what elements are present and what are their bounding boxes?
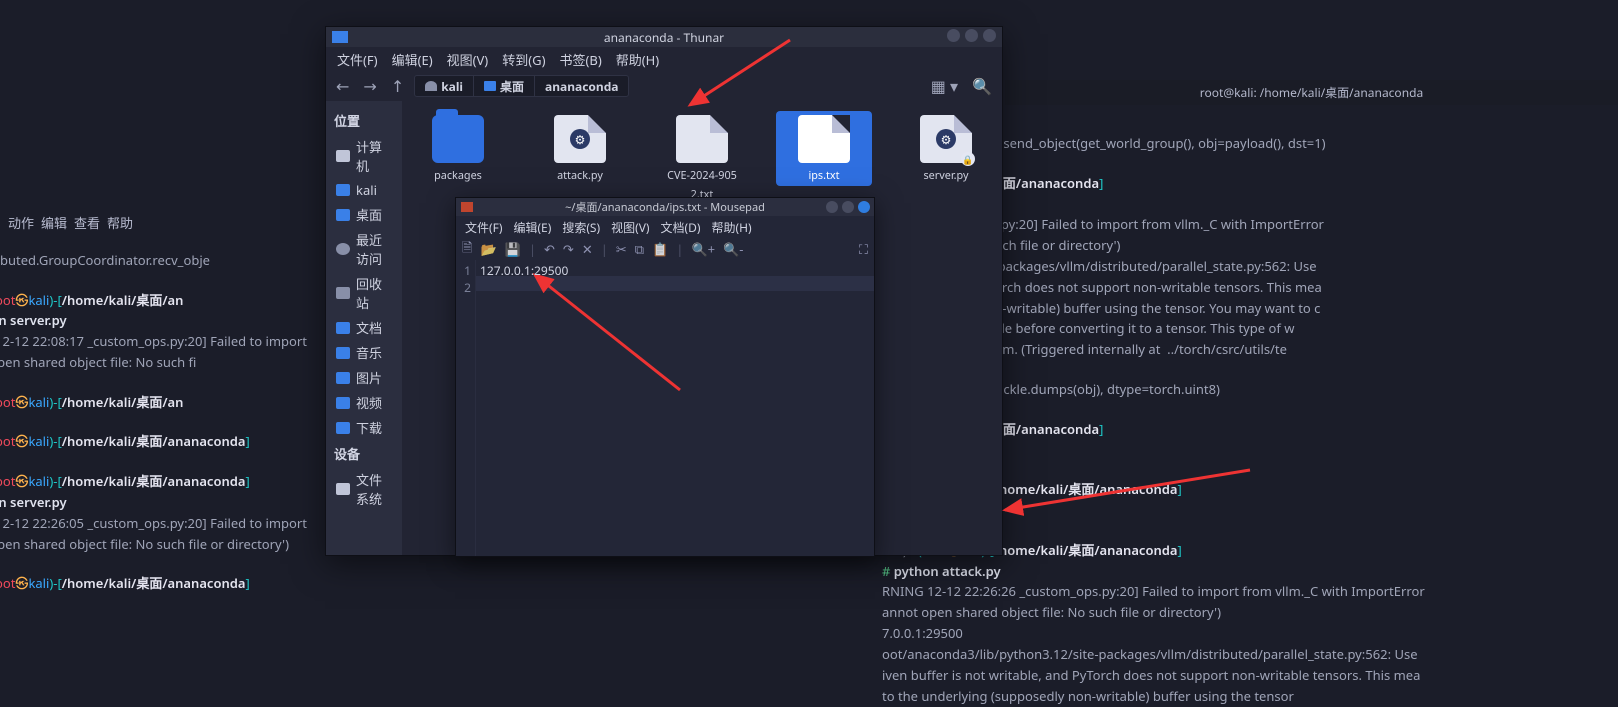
sidebar-group-places: 位置 xyxy=(326,107,402,134)
mousepad-titlebar[interactable]: ~/桌面/ananaconda/ips.txt - Mousepad xyxy=(456,198,874,216)
sidebar-item-trash[interactable]: 回收站 xyxy=(326,271,402,315)
file-attack-py[interactable]: ⚙attack.py xyxy=(532,111,628,186)
mousepad-window[interactable]: ~/桌面/ananaconda/ips.txt - Mousepad 文件(F)… xyxy=(455,197,875,557)
crumb-home[interactable]: kali xyxy=(415,76,474,96)
maximize-button[interactable] xyxy=(965,29,978,42)
sidebar-group-devices: 设备 xyxy=(326,440,402,467)
sidebar-item-computer[interactable]: 计算机 xyxy=(326,134,402,178)
close-button[interactable] xyxy=(858,201,870,213)
menu-edit[interactable]: 编辑(E) xyxy=(387,48,438,71)
view-mode-button[interactable]: ▦ ▾ xyxy=(927,73,962,99)
sidebar-item-recent[interactable]: 最近访问 xyxy=(326,227,402,271)
menu-help[interactable]: 帮助(H) xyxy=(611,48,664,71)
thunar-menubar[interactable]: 文件(F) 编辑(E) 视图(V) 转到(G) 书签(B) 帮助(H) xyxy=(326,47,1002,71)
menu-edit[interactable]: 编辑(E) xyxy=(508,217,556,238)
thunar-sidebar[interactable]: 位置 计算机 kali 桌面 最近访问 回收站 文档 音乐 图片 视频 下载 设… xyxy=(326,101,402,555)
crumb-desktop[interactable]: 桌面 xyxy=(474,76,535,96)
menu-file[interactable]: 文件(F) xyxy=(332,48,383,71)
window-controls[interactable] xyxy=(826,201,870,213)
sidebar-item-desktop[interactable]: 桌面 xyxy=(326,202,402,227)
sidebar-item-docs[interactable]: 文档 xyxy=(326,315,402,340)
minimize-button[interactable] xyxy=(947,29,960,42)
menu-go[interactable]: 转到(G) xyxy=(497,48,550,71)
editor-body[interactable]: 12 127.0.0.1:29500 xyxy=(456,260,874,556)
search-icon[interactable]: 🔍 xyxy=(968,73,996,99)
folder-icon xyxy=(432,115,484,163)
sidebar-item-downloads[interactable]: 下载 xyxy=(326,415,402,440)
mousepad-title: ~/桌面/ananaconda/ips.txt - Mousepad xyxy=(456,199,874,215)
sidebar-item-home[interactable]: kali xyxy=(326,178,402,202)
undo-icon[interactable]: ↶ xyxy=(544,240,555,258)
menu-doc[interactable]: 文档(D) xyxy=(656,217,706,238)
close-button[interactable] xyxy=(983,29,996,42)
text-file-icon xyxy=(798,115,850,163)
menu-view[interactable]: 视图(V) xyxy=(606,217,654,238)
close-doc-icon[interactable]: ✕ xyxy=(582,240,593,258)
menu-search[interactable]: 搜索(S) xyxy=(557,217,605,238)
mousepad-toolbar[interactable]: 🗎📂💾 | ↶↷✕ | ✂⧉📋 | 🔍+🔍- ⛶ xyxy=(456,238,874,260)
open-icon[interactable]: 📂 xyxy=(480,240,496,258)
cut-icon[interactable]: ✂ xyxy=(616,240,627,258)
window-controls[interactable] xyxy=(947,29,996,42)
zoom-out-icon[interactable]: 🔍- xyxy=(723,240,743,258)
thunar-toolbar[interactable]: ← → ↑ kali 桌面 ananaconda ▦ ▾ 🔍 xyxy=(326,71,1002,101)
maximize-button[interactable] xyxy=(842,201,854,213)
python-file-icon: ⚙ xyxy=(554,115,606,163)
file-ips-txt[interactable]: ips.txt xyxy=(776,111,872,186)
menu-help[interactable]: 帮助(H) xyxy=(706,217,756,238)
paste-icon[interactable]: 📋 xyxy=(652,240,668,258)
menu-file[interactable]: 文件(F) xyxy=(460,217,507,238)
up-button[interactable]: ↑ xyxy=(387,73,408,99)
lock-icon: 🔒 xyxy=(961,152,975,166)
crumb-current[interactable]: ananaconda xyxy=(535,76,628,96)
zoom-in-icon[interactable]: 🔍+ xyxy=(691,240,715,258)
breadcrumb[interactable]: kali 桌面 ananaconda xyxy=(414,75,629,97)
sidebar-item-videos[interactable]: 视频 xyxy=(326,390,402,415)
menu-view[interactable]: 视图(V) xyxy=(442,48,494,71)
new-icon[interactable]: 🗎 xyxy=(462,238,472,261)
file-cve-txt[interactable]: CVE-2024-9052.txt xyxy=(654,111,750,205)
copy-icon[interactable]: ⧉ xyxy=(635,240,644,258)
mousepad-menubar[interactable]: 文件(F) 编辑(E) 搜索(S) 视图(V) 文档(D) 帮助(H) xyxy=(456,216,874,238)
redo-icon[interactable]: ↷ xyxy=(563,240,574,258)
thunar-title: ananaconda - Thunar xyxy=(326,29,1002,46)
line-gutter: 12 xyxy=(456,260,476,556)
editor-line-1: 127.0.0.1:29500 xyxy=(480,262,870,279)
fullscreen-icon[interactable]: ⛶ xyxy=(859,240,868,258)
sidebar-item-pictures[interactable]: 图片 xyxy=(326,365,402,390)
save-icon[interactable]: 💾 xyxy=(505,240,521,258)
text-file-icon xyxy=(676,115,728,163)
menu-bookmark[interactable]: 书签(B) xyxy=(554,48,606,71)
minimize-button[interactable] xyxy=(826,201,838,213)
back-button[interactable]: ← xyxy=(332,73,353,99)
python-file-icon: ⚙🔒 xyxy=(920,115,972,163)
terminal-right-titlebar: root@kali: /home/kali/桌面/ananaconda xyxy=(1005,80,1618,105)
forward-button[interactable]: → xyxy=(359,73,380,99)
editor-text-area[interactable]: 127.0.0.1:29500 xyxy=(476,260,874,556)
sidebar-item-music[interactable]: 音乐 xyxy=(326,340,402,365)
thunar-titlebar[interactable]: ananaconda - Thunar xyxy=(326,27,1002,47)
file-packages[interactable]: packages xyxy=(410,111,506,186)
file-server-py[interactable]: ⚙🔒server.py xyxy=(898,111,994,186)
sidebar-item-filesystem[interactable]: 文件系统 xyxy=(326,467,402,511)
